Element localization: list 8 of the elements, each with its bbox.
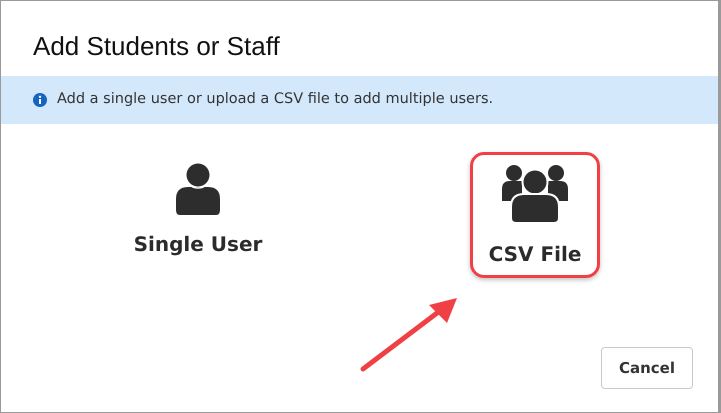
user-type-option[interactable]: CSV File — [470, 152, 600, 278]
person-icon — [176, 162, 220, 215]
people-group-icon — [502, 162, 568, 225]
user-type-option[interactable]: Single User — [114, 152, 282, 278]
info-icon — [33, 93, 47, 108]
cancel-button[interactable]: Cancel — [600, 346, 693, 389]
info-text: Add a single user or upload a CSV file to add multiple users. — [57, 90, 494, 110]
dialog-title: Add Students or Staff — [32, 30, 281, 63]
